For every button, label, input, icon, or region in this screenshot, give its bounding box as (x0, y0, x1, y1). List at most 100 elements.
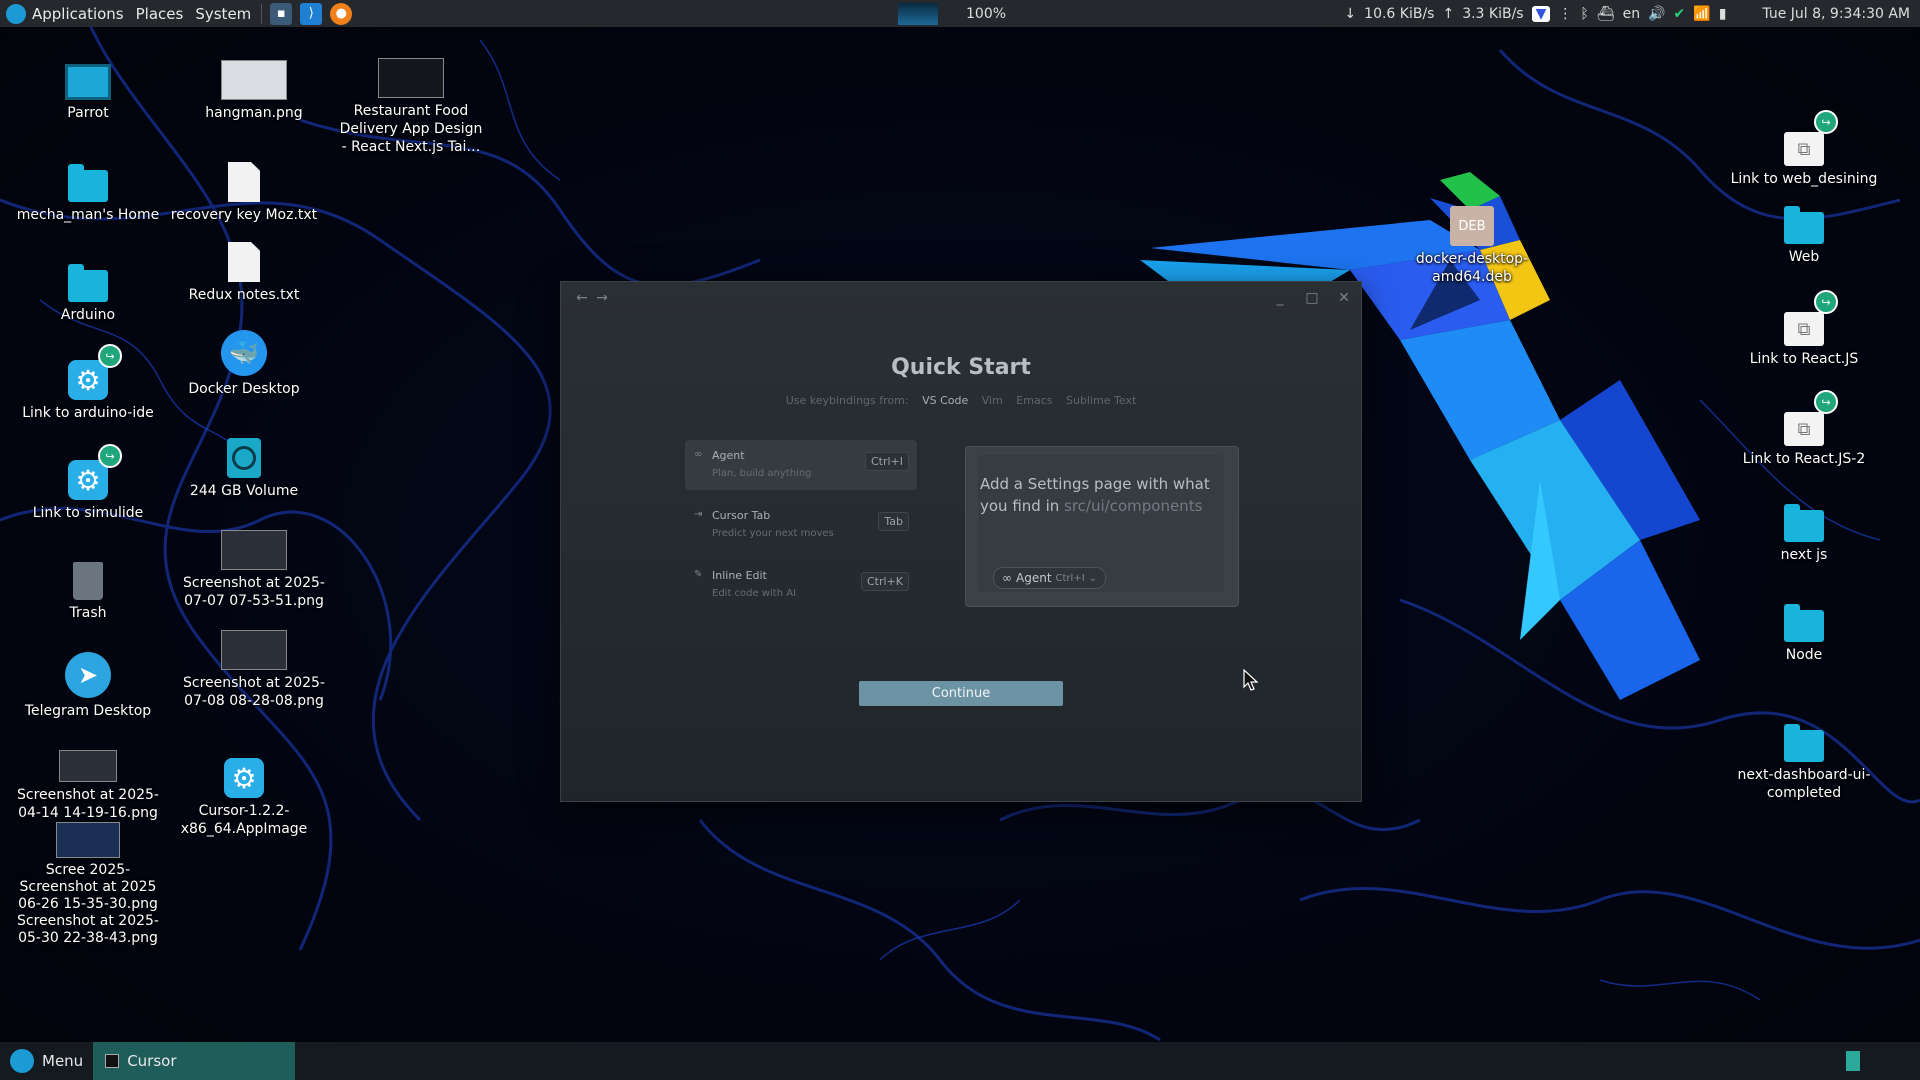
desktop-icon-label: Link to web_desining (1730, 171, 1878, 187)
link-icon: ⧉ ↪ (1784, 390, 1838, 446)
desktop-icon-link-simulide[interactable]: ⚙ ↪ Link to simulide (13, 444, 163, 522)
desktop-icon-link-web-desining[interactable]: ⧉ ↪ Link to web_desining (1729, 110, 1879, 188)
mode-card-agent[interactable]: ∞ Agent Plan, build anything Ctrl+I (685, 440, 917, 490)
desktop-icon-cursor-appimage[interactable]: ⚙ Cursor-1.2.2-x86_64.AppImage (169, 748, 319, 838)
desktop-icon-label: hangman.png (205, 105, 303, 121)
close-button[interactable]: ✕ (1333, 288, 1355, 308)
vpn-icon[interactable]: ▼ (1531, 5, 1551, 22)
applications-menu[interactable]: Applications (0, 0, 130, 27)
desktop-icon-next-js[interactable]: next js (1729, 492, 1879, 564)
keyboard-layout[interactable]: en (1623, 6, 1641, 22)
text-file-icon (228, 232, 260, 282)
keybind-option-vscode[interactable]: VS Code (922, 394, 968, 407)
window-titlebar[interactable]: ← → _ □ ✕ (561, 282, 1361, 314)
back-icon[interactable]: ← (571, 288, 593, 308)
system-monitor[interactable]: 100% (898, 0, 1006, 27)
desktop-icon-screenshot-0414[interactable]: Screenshot at 2025-04-14 14-19-16.png (13, 732, 163, 822)
vscode-launcher-icon[interactable]: ⟩ (300, 2, 323, 25)
clock[interactable]: Tue Jul 8, 9:34:30 AM (1762, 6, 1910, 22)
parrot-logo-icon (6, 3, 26, 24)
desktop-icon-parrot[interactable]: Parrot (13, 50, 163, 122)
mode-card-inline-edit[interactable]: ✎ Inline Edit Edit code with AI Ctrl+K (685, 560, 917, 610)
system-menu[interactable]: System (189, 0, 257, 27)
page-title: Quick Start (891, 355, 1031, 380)
desktop-icon-telegram[interactable]: ➤ Telegram Desktop (13, 648, 163, 720)
forward-icon[interactable]: → (591, 288, 613, 308)
link-badge-icon: ↪ (1814, 390, 1838, 414)
net-up-speed: 3.3 KiB/s (1462, 5, 1524, 22)
desktop-icon-label: Screenshot at 2025-04-14 14-19-16.png (16, 787, 159, 821)
continue-button[interactable]: Continue (859, 681, 1063, 706)
desktop-icon-label: Screenshot at 2025-07-07 07-53-51.png (182, 575, 325, 609)
desktop-icon-label: 244 GB Volume (189, 483, 299, 499)
desktop-icon-hangman[interactable]: hangman.png (179, 50, 329, 122)
desktop-icon-label: Trash (69, 605, 107, 621)
desktop-icon-link-arduino-ide[interactable]: ⚙ ↪ Link to arduino-ide (13, 344, 163, 422)
taskbar-item-cursor[interactable]: Cursor (93, 1042, 296, 1080)
agent-chip-shortcut: Ctrl+I (1055, 572, 1085, 584)
keybind-option-sublime[interactable]: Sublime Text (1066, 394, 1136, 407)
volume-icon[interactable]: 🔊 (1648, 6, 1665, 22)
desktop-icon-home[interactable]: mecha_man's Home (13, 152, 163, 224)
desktop-icon-link-react[interactable]: ⧉ ↪ Link to React.JS (1729, 290, 1879, 368)
link-icon: ⧉ ↪ (1784, 110, 1838, 166)
desktop-icon-label: Arduino (60, 307, 116, 323)
battery-icon[interactable]: ▮ (1719, 6, 1727, 22)
desktop-icon-next-dashboard[interactable]: next-dashboard-ui-completed (1729, 712, 1879, 802)
workspace-switcher[interactable] (1846, 1051, 1860, 1071)
system-label: System (195, 4, 252, 23)
docker-icon: 🐳 (221, 326, 267, 376)
desktop-icon-redux-notes[interactable]: Redux notes.txt (169, 232, 319, 304)
deb-package-icon: DEB (1450, 196, 1494, 246)
desktop-icon-arduino[interactable]: Arduino (13, 252, 163, 324)
desktop-icon-overlapping-screenshots[interactable]: Scree 2025- Screenshot at 2025 06-26 15-… (13, 822, 163, 947)
home-folder-icon (68, 152, 108, 202)
terminal-launcher-icon[interactable]: ▪ (270, 2, 293, 25)
keybind-option-emacs[interactable]: Emacs (1016, 394, 1052, 407)
status-area: ↓ 10.6 KiB/s ↑ 3.3 KiB/s ▼ ⋮ ᛒ ⛴ en 🔊 ✔ … (1344, 0, 1910, 27)
desktop-icon-docker-desktop[interactable]: 🐳 Docker Desktop (169, 326, 319, 398)
docker-tray-icon[interactable]: ⛴ (1597, 6, 1615, 22)
link-badge-icon: ↪ (1814, 110, 1838, 134)
firefox-launcher-icon[interactable]: ● (330, 2, 353, 25)
cpu-graph (898, 2, 938, 25)
agent-mode-dropdown[interactable]: ∞ Agent Ctrl+I ⌄ (993, 567, 1107, 589)
desktop-icon-trash[interactable]: Trash (13, 550, 163, 622)
desktop-icon-restaurant-video[interactable]: Restaurant Food Delivery App Design - Re… (336, 48, 486, 156)
minimize-button[interactable]: _ (1269, 288, 1291, 308)
text-file-icon (228, 152, 260, 202)
wifi-icon[interactable]: 📶 (1693, 6, 1710, 22)
desktop-icon-link-react-2[interactable]: ⧉ ↪ Link to React.JS-2 (1729, 390, 1879, 468)
places-menu[interactable]: Places (130, 0, 190, 27)
maximize-button[interactable]: □ (1301, 288, 1323, 308)
computer-icon (65, 50, 111, 100)
image-thumbnail-icon (56, 822, 120, 858)
menu-dots-icon[interactable]: ⋮ (1558, 6, 1572, 22)
folder-icon (1784, 592, 1824, 642)
bluetooth-icon[interactable]: ᛒ (1580, 6, 1588, 22)
keybind-prefix: Use keybindings from: (785, 394, 909, 407)
infinity-icon: ∞ (694, 449, 703, 460)
video-thumbnail-icon (378, 48, 444, 98)
desktop-icon-label: Scree 2025- Screenshot at 2025 06-26 15-… (16, 862, 159, 946)
mode-card-cursor-tab[interactable]: ⇥ Cursor Tab Predict your next moves Tab (685, 500, 917, 550)
link-icon: ⧉ ↪ (1784, 290, 1838, 346)
desktop-icon-node[interactable]: Node (1729, 592, 1879, 664)
folder-icon (68, 252, 108, 302)
desktop-icon-web[interactable]: Web (1729, 194, 1879, 266)
desktop-icon-label: Web (1788, 249, 1820, 265)
menu-button[interactable]: Menu (0, 1042, 93, 1080)
cursor-app-icon (105, 1054, 120, 1068)
desktop-icon-recovery-key[interactable]: recovery key Moz.txt (169, 152, 319, 224)
keybind-option-vim[interactable]: Vim (982, 394, 1003, 407)
desktop-icon-screenshot-0707[interactable]: Screenshot at 2025-07-07 07-53-51.png (179, 520, 329, 610)
net-down-speed: 10.6 KiB/s (1364, 5, 1435, 22)
desktop-icon-screenshot-0708[interactable]: Screenshot at 2025-07-08 08-28-08.png (179, 620, 329, 710)
desktop-icon-label: next-dashboard-ui-completed (1737, 767, 1871, 801)
link-badge-icon: ↪ (98, 444, 122, 468)
shield-icon[interactable]: ✔ (1674, 6, 1686, 22)
desktop-icon-docker-deb[interactable]: DEB docker-desktop-amd64.deb (1397, 196, 1547, 286)
desktop-icon-volume[interactable]: 244 GB Volume (169, 428, 319, 500)
desktop-icon-label: mecha_man's Home (16, 207, 160, 223)
desktop-icon-label: Link to simulide (32, 505, 144, 521)
